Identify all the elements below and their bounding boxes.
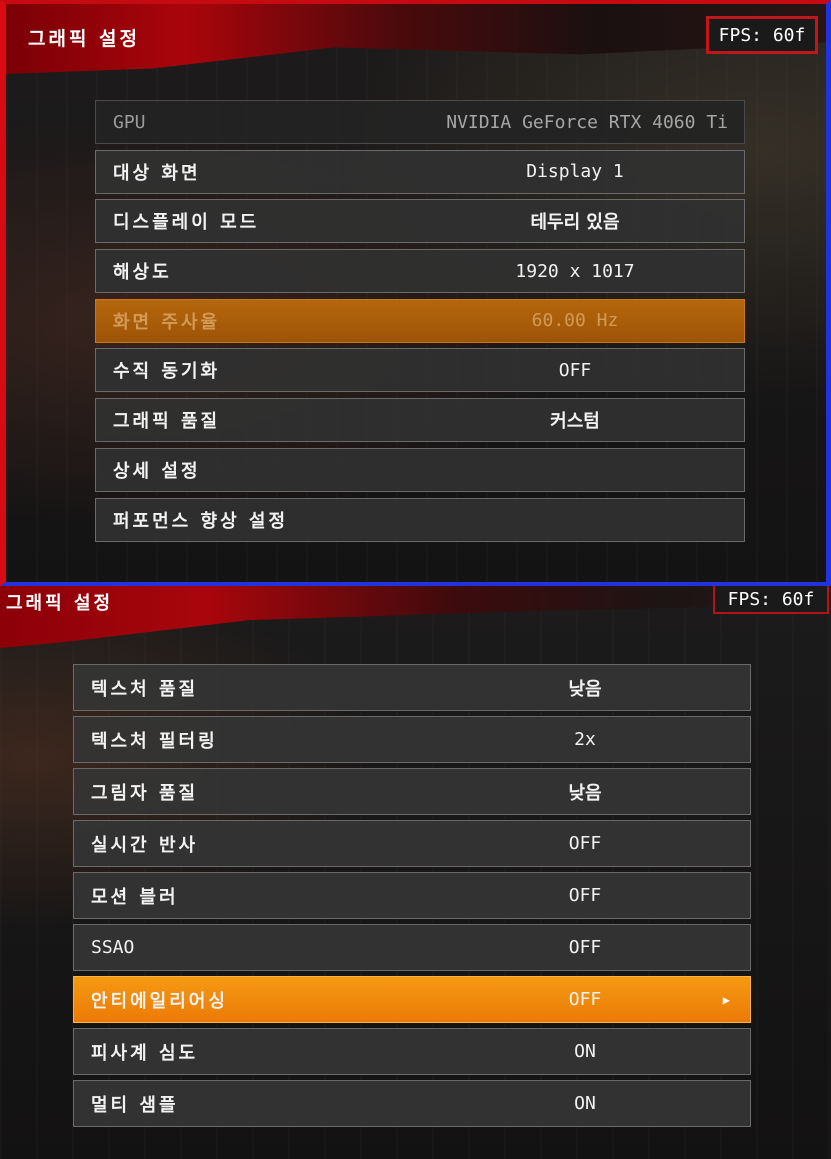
setting-value: ON [574,1093,596,1114]
setting-label: GPU [113,111,146,133]
setting-value: 60.00 Hz [531,310,619,332]
setting-row-graphics-quality[interactable]: 그래픽 품질 커스텀 [95,398,745,443]
setting-value: 1920 x 1017 [515,260,635,282]
page-title: 그래픽 설정 [6,593,114,614]
header-banner [0,586,831,648]
setting-value: OFF [568,937,602,958]
setting-label: 안티에일리어싱 [91,990,228,1012]
setting-row-vsync[interactable]: 수직 동기화 OFF [95,348,745,393]
setting-row-motion-blur[interactable]: 모션 블러 OFF [73,872,751,919]
setting-value: OFF [568,885,602,906]
setting-row-gpu: GPU NVIDIA GeForce RTX 4060 Ti [95,100,745,144]
setting-row-depth-of-field[interactable]: 피사계 심도 ON [73,1028,751,1075]
setting-row-anti-aliasing[interactable]: 안티에일리어싱 OFF ▶ [73,976,751,1023]
setting-label: 디스플레이 모드 [113,212,260,234]
setting-row-refresh-rate: 화면 주사율 60.00 Hz [95,298,745,343]
setting-value: 커스텀 [550,411,600,433]
page-title: 그래픽 설정 [28,28,141,50]
settings-list: GPU NVIDIA GeForce RTX 4060 Ti 대상 화면 Dis… [95,100,745,547]
setting-row-ssao[interactable]: SSAO OFF [73,924,751,971]
setting-value: 2x [574,729,596,750]
setting-value: NVIDIA GeForce RTX 4060 Ti [446,111,728,133]
graphics-settings-panel-bottom: 그래픽 설정 FPS: 60f 텍스처 품질 낮음 텍스처 필터링 2x 그림자… [0,586,831,1159]
setting-value: 낮음 [568,678,602,700]
setting-label: 실시간 반사 [91,834,199,856]
setting-label: 텍스처 품질 [91,678,199,700]
setting-label: 해상도 [113,262,172,284]
setting-label: 대상 화면 [113,162,201,184]
setting-label: 퍼포먼스 향상 설정 [113,510,289,532]
setting-label: 상세 설정 [113,460,201,482]
setting-value: ON [574,1041,596,1062]
setting-label: 모션 블러 [91,886,179,908]
setting-label: 텍스처 필터링 [91,730,218,752]
setting-label: 수직 동기화 [113,361,221,383]
setting-value: OFF [568,989,602,1010]
setting-row-advanced-settings[interactable]: 상세 설정 [95,447,745,492]
setting-label: 멀티 샘플 [91,1094,179,1116]
fps-counter: FPS: 60f [713,586,829,614]
graphics-settings-panel-top: 그래픽 설정 FPS: 60f GPU NVIDIA GeForce RTX 4… [0,0,831,586]
setting-label: 피사계 심도 [91,1042,199,1064]
setting-value: OFF [568,833,602,854]
setting-row-realtime-reflection[interactable]: 실시간 반사 OFF [73,820,751,867]
advanced-settings-list: 텍스처 품질 낮음 텍스처 필터링 2x 그림자 품질 낮음 실시간 반사 OF… [73,664,751,1132]
fps-counter: FPS: 60f [706,16,818,54]
setting-row-target-display[interactable]: 대상 화면 Display 1 [95,149,745,194]
setting-label: 그래픽 품질 [113,411,221,433]
setting-label: 화면 주사율 [113,311,221,333]
chevron-right-icon[interactable]: ▶ [723,993,730,1007]
setting-row-shadow-quality[interactable]: 그림자 품질 낮음 [73,768,751,815]
setting-label: SSAO [91,937,135,958]
setting-value: Display 1 [526,161,624,183]
setting-row-multi-sample[interactable]: 멀티 샘플 ON [73,1080,751,1127]
setting-value: OFF [558,359,592,381]
setting-value: 테두리 있음 [530,212,620,234]
setting-row-texture-quality[interactable]: 텍스처 품질 낮음 [73,664,751,711]
setting-value: 낮음 [568,782,602,804]
setting-row-display-mode[interactable]: 디스플레이 모드 테두리 있음 [95,199,745,244]
setting-row-resolution[interactable]: 해상도 1920 x 1017 [95,249,745,294]
setting-label: 그림자 품질 [91,782,199,804]
setting-row-texture-filtering[interactable]: 텍스처 필터링 2x [73,716,751,763]
setting-row-performance-settings[interactable]: 퍼포먼스 향상 설정 [95,497,745,542]
